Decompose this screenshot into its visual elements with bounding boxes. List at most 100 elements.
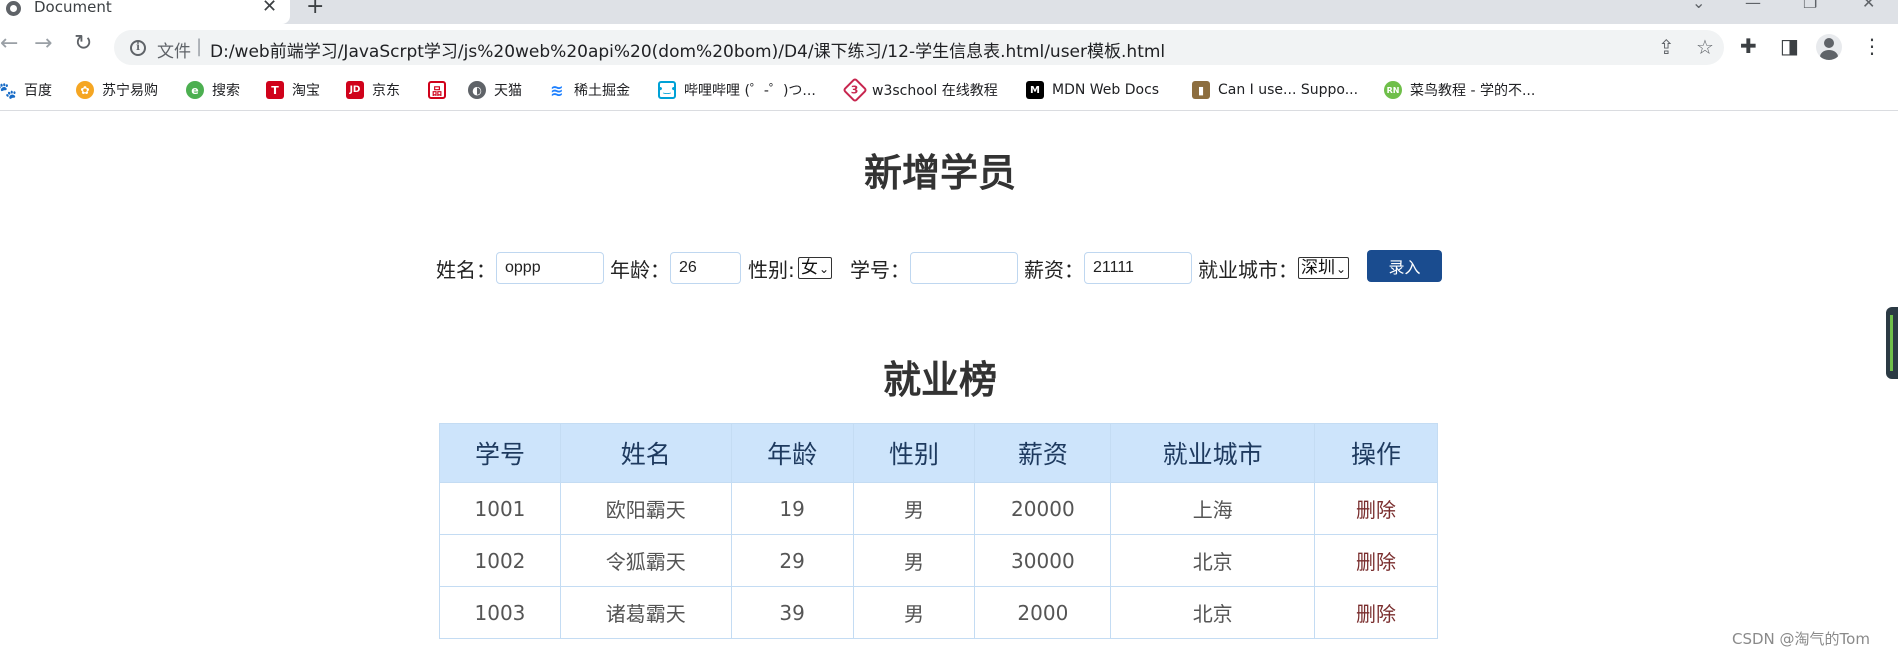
file-scheme-label: 文件 bbox=[157, 42, 191, 62]
cell-city: 上海 bbox=[1110, 482, 1316, 535]
juejin-icon: ≋ bbox=[550, 80, 564, 100]
bookmark-mdn[interactable]: M MDN Web Docs bbox=[1026, 78, 1159, 102]
cell-age: 39 bbox=[730, 586, 854, 639]
cell-age: 19 bbox=[730, 482, 854, 535]
bookmark-tmall[interactable]: ◐ 天猫 bbox=[468, 78, 522, 102]
cell-name: 诸葛霸天 bbox=[559, 586, 732, 639]
delete-link[interactable]: 删除 bbox=[1314, 482, 1438, 535]
globe-icon: ◐ bbox=[468, 81, 486, 99]
search-engine-icon: e bbox=[186, 81, 204, 99]
salary-label: 薪资： bbox=[1024, 258, 1084, 282]
bookmark-bilibili[interactable]: •‿• 哔哩哔哩 (゜-゜)つ... bbox=[658, 78, 816, 102]
bilibili-icon: •‿• bbox=[658, 81, 676, 99]
bookmark-w3school[interactable]: 3 w3school 在线教程 bbox=[842, 77, 998, 103]
star-icon[interactable]: ☆ bbox=[1696, 35, 1714, 59]
page-content: 新增学员 姓名： 年龄： 性别: 女⌄ 学号： 薪资： 就业城市： 深圳⌄ 录入… bbox=[0, 112, 1898, 656]
bookmark-jd[interactable]: JD 京东 bbox=[346, 78, 400, 102]
info-icon[interactable]: i bbox=[130, 40, 146, 56]
column-header: 操作 bbox=[1314, 423, 1438, 483]
table-header-row: 学号 姓名 年龄 性别 薪资 就业城市 操作 bbox=[439, 423, 1438, 483]
window-close-icon[interactable]: ✕ bbox=[1862, 0, 1875, 12]
column-header: 年龄 bbox=[730, 423, 854, 483]
minimize-icon[interactable]: — bbox=[1745, 0, 1761, 12]
city-select[interactable]: 深圳⌄ bbox=[1298, 257, 1350, 279]
extensions-icon[interactable]: ✚ bbox=[1740, 36, 1757, 56]
age-label: 年龄： bbox=[610, 258, 670, 282]
name-input[interactable] bbox=[496, 252, 604, 284]
url-text[interactable]: D:/web前端学习/JavaScrpt学习/js%20web%20api%20… bbox=[210, 37, 1165, 62]
new-tab-icon[interactable]: + bbox=[306, 0, 324, 19]
bookmark-suning[interactable]: ✿ 苏宁易购 bbox=[76, 78, 158, 102]
bookmark-baidu[interactable]: 🐾 百度 bbox=[0, 78, 52, 102]
bookmarks-bar: 🐾 百度 ✿ 苏宁易购 e 搜索 T 淘宝 JD 京东 品 ◐ 天猫 ≋ 稀土掘… bbox=[0, 71, 1898, 111]
bookmark-taobao[interactable]: T 淘宝 bbox=[266, 78, 320, 102]
reload-icon[interactable]: ↻ bbox=[74, 33, 92, 55]
form-title: 新增学员 bbox=[863, 151, 1016, 195]
cell-student-id: 1003 bbox=[439, 586, 561, 639]
cell-student-id: 1002 bbox=[439, 534, 561, 587]
delete-link[interactable]: 删除 bbox=[1314, 534, 1438, 587]
column-header: 姓名 bbox=[559, 423, 732, 483]
jd-icon: JD bbox=[346, 81, 364, 99]
tab-search-icon[interactable]: ⌄ bbox=[1692, 0, 1705, 12]
address-bar[interactable]: i 文件 | D:/web前端学习/JavaScrpt学习/js%20web%2… bbox=[114, 30, 1724, 65]
cell-gender: 男 bbox=[852, 482, 976, 535]
table-row: 1001 欧阳霸天 19 男 20000 上海 删除 bbox=[439, 482, 1438, 535]
tab-strip: Document ✕ + ⌄ — ❐ ✕ bbox=[0, 0, 1898, 24]
mdn-icon: M bbox=[1026, 81, 1044, 99]
suning-icon: ✿ bbox=[76, 81, 94, 99]
bookmark-grid-logo[interactable]: 品 bbox=[428, 78, 454, 102]
student-id-input[interactable] bbox=[910, 252, 1018, 284]
column-header: 学号 bbox=[439, 423, 561, 483]
side-scroll-handle[interactable] bbox=[1886, 307, 1898, 379]
city-selected-value: 深圳 bbox=[1301, 258, 1335, 278]
delete-link[interactable]: 删除 bbox=[1314, 586, 1438, 639]
w3school-icon: 3 bbox=[842, 77, 868, 103]
bookmark-caniuse[interactable]: ▮ Can I use... Suppo... bbox=[1192, 78, 1358, 102]
cell-city: 北京 bbox=[1110, 586, 1316, 639]
taobao-icon: T bbox=[266, 81, 284, 99]
caniuse-icon: ▮ bbox=[1192, 81, 1210, 99]
profile-avatar[interactable] bbox=[1816, 34, 1842, 60]
age-input[interactable] bbox=[670, 252, 741, 284]
cell-city: 北京 bbox=[1110, 534, 1316, 587]
tab-title: Document bbox=[34, 0, 112, 16]
grid-logo-icon: 品 bbox=[428, 81, 446, 99]
forward-icon[interactable]: → bbox=[34, 33, 52, 55]
cell-name: 令狐霸天 bbox=[559, 534, 732, 587]
share-icon[interactable]: ⇪ bbox=[1658, 35, 1675, 59]
cell-name: 欧阳霸天 bbox=[559, 482, 732, 535]
salary-input[interactable] bbox=[1084, 252, 1192, 284]
city-label: 就业城市： bbox=[1198, 258, 1298, 282]
cell-gender: 男 bbox=[852, 586, 976, 639]
table-row: 1003 诸葛霸天 39 男 2000 北京 删除 bbox=[439, 586, 1438, 639]
cell-salary: 30000 bbox=[974, 534, 1112, 587]
watermark: CSDN @淘气的Tom bbox=[1732, 630, 1870, 648]
back-icon[interactable]: ← bbox=[0, 33, 18, 55]
close-icon[interactable]: ✕ bbox=[262, 0, 277, 17]
side-panel-icon[interactable]: ◨ bbox=[1780, 36, 1799, 56]
bookmark-search[interactable]: e 搜索 bbox=[186, 78, 240, 102]
cell-student-id: 1001 bbox=[439, 482, 561, 535]
bookmark-runoob[interactable]: RN 菜鸟教程 - 学的不... bbox=[1384, 78, 1535, 102]
student-id-label: 学号： bbox=[850, 258, 910, 282]
bookmark-juejin[interactable]: ≋ 稀土掘金 bbox=[548, 78, 630, 102]
tab-document[interactable]: Document ✕ bbox=[0, 0, 290, 24]
gender-selected-value: 女 bbox=[801, 258, 818, 278]
runoob-icon: RN bbox=[1384, 81, 1402, 99]
submit-button[interactable]: 录入 bbox=[1367, 250, 1442, 282]
globe-icon bbox=[6, 1, 21, 16]
name-label: 姓名： bbox=[436, 258, 496, 282]
more-menu-icon[interactable]: ⋮ bbox=[1862, 36, 1882, 56]
separator: | bbox=[196, 36, 203, 57]
employment-table: 学号 姓名 年龄 性别 薪资 就业城市 操作 1001 欧阳霸天 19 男 20… bbox=[439, 423, 1438, 639]
table-row: 1002 令狐霸天 29 男 30000 北京 删除 bbox=[439, 534, 1438, 587]
gender-select[interactable]: 女⌄ bbox=[798, 257, 833, 279]
restore-icon[interactable]: ❐ bbox=[1803, 0, 1817, 12]
cell-salary: 20000 bbox=[974, 482, 1112, 535]
column-header: 性别 bbox=[852, 423, 976, 483]
baidu-icon: 🐾 bbox=[0, 80, 17, 100]
chevron-down-icon: ⌄ bbox=[819, 262, 830, 276]
chevron-down-icon: ⌄ bbox=[1336, 262, 1347, 276]
student-form: 姓名： 年龄： 性别: 女⌄ 学号： 薪资： 就业城市： 深圳⌄ 录入 bbox=[0, 250, 1898, 284]
